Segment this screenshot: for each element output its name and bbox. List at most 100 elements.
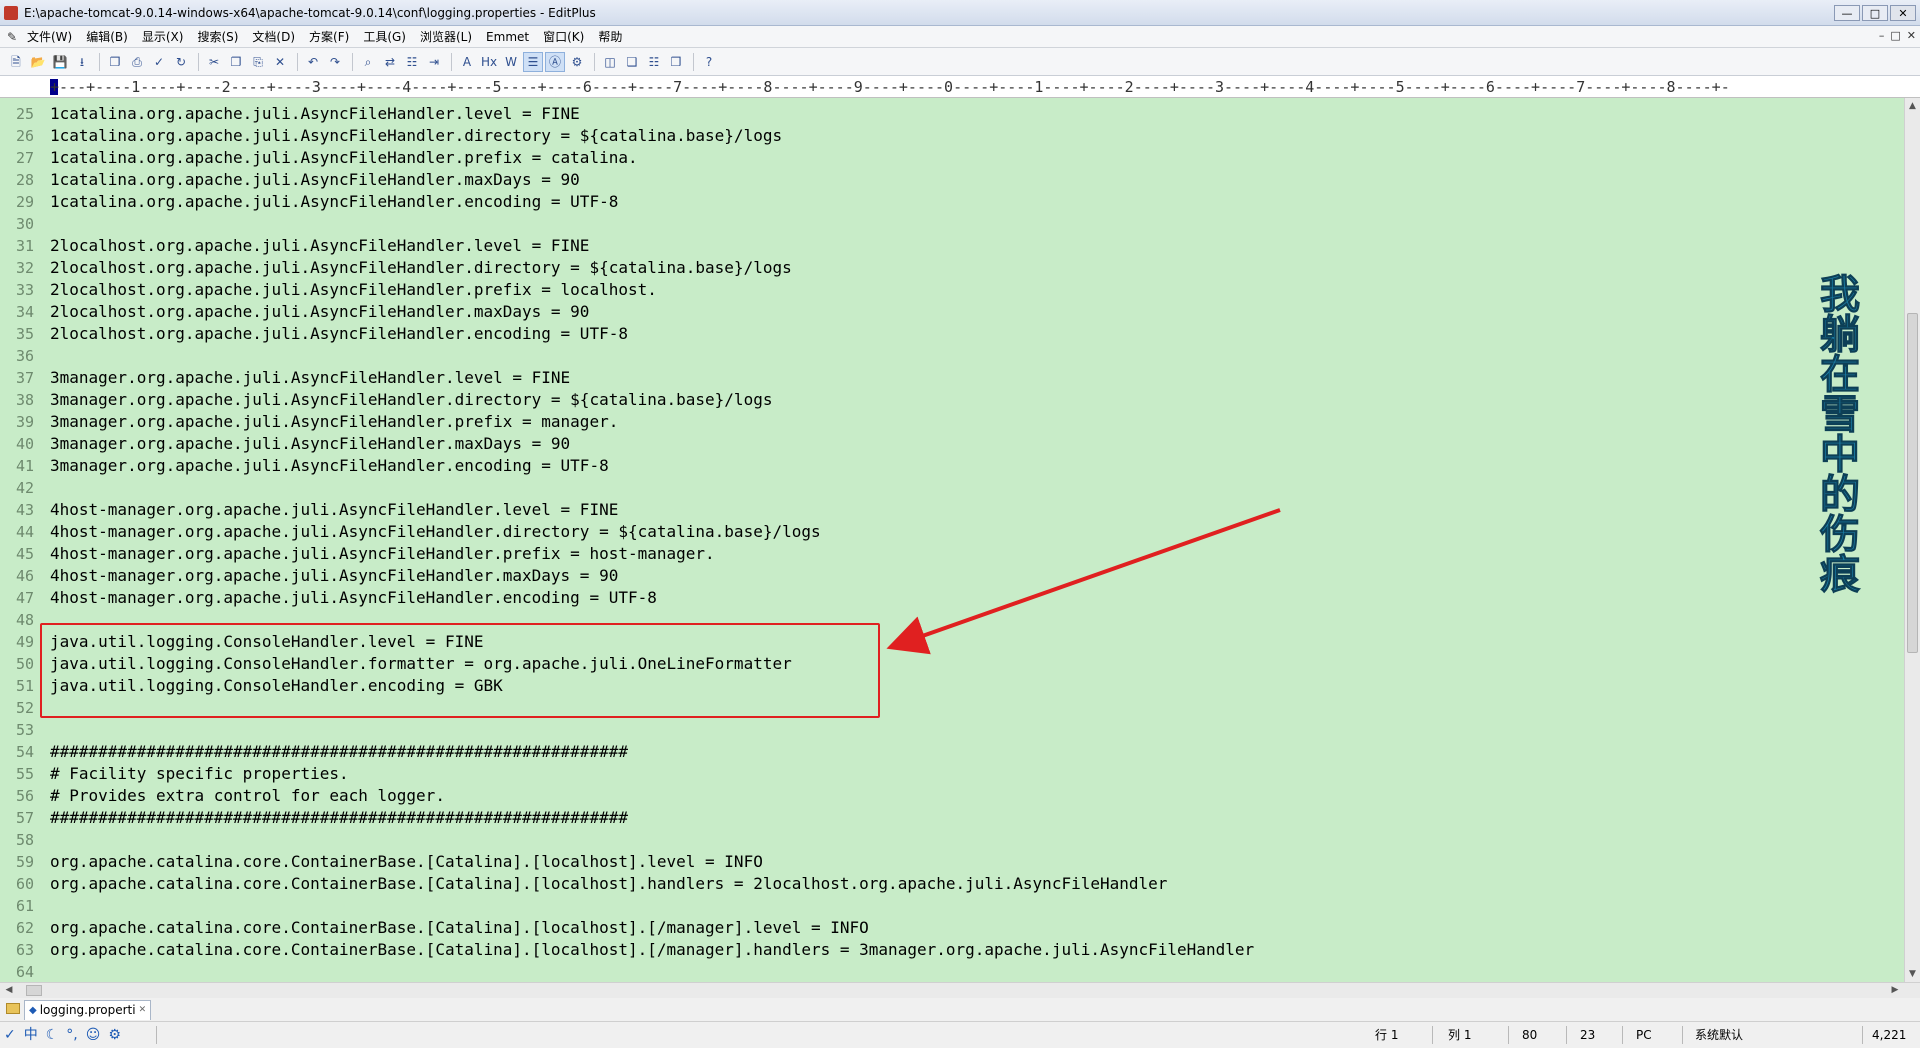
browser-icon[interactable]: ↻ [171, 52, 191, 72]
menu-search[interactable]: 搜索(S) [190, 28, 245, 45]
menu-edit[interactable]: 编辑(B) [79, 28, 135, 45]
save-icon[interactable]: 💾 [50, 52, 70, 72]
cut-icon[interactable]: ✂ [204, 52, 224, 72]
line-number: 64 [15, 963, 34, 981]
line-number: 57 [15, 809, 34, 827]
close-button[interactable]: ✕ [1890, 5, 1916, 21]
window-arrange-icon[interactable]: ❒ [666, 52, 686, 72]
window-cascade-icon[interactable]: ❑ [622, 52, 642, 72]
ime-check-icon[interactable]: ✓ [4, 1022, 16, 1048]
new-file-icon[interactable]: 🗎 [6, 52, 26, 72]
paste-icon[interactable]: ⎘ [248, 52, 268, 72]
document-tab-bar: ◆ logging.properti ✕ [0, 998, 1920, 1022]
line-text: ########################################… [50, 808, 628, 827]
line-text: 2localhost.org.apache.juli.AsyncFileHand… [50, 280, 657, 299]
line-text: 4host-manager.org.apache.juli.AsyncFileH… [50, 500, 619, 519]
toolbar-separator [99, 52, 100, 71]
line-number: 48 [15, 611, 34, 629]
save-all-icon[interactable]: ⭳ [72, 52, 92, 72]
find-in-files-icon[interactable]: ☷ [402, 52, 422, 72]
document-window-controls: – □ ✕ [1879, 29, 1916, 42]
line-number: 36 [15, 347, 34, 365]
line-text: 1catalina.org.apache.juli.AsyncFileHandl… [50, 170, 580, 189]
scroll-down-icon[interactable]: ▼ [1905, 966, 1920, 982]
settings-icon[interactable]: ⚙ [567, 52, 587, 72]
horizontal-scrollbar[interactable]: ◀ ▶ [0, 982, 1920, 998]
line-number: 52 [15, 699, 34, 717]
line-number-icon[interactable]: ☰ [523, 51, 543, 72]
file-icon: ◆ [29, 1005, 37, 1016]
copy-icon[interactable]: ❐ [226, 52, 246, 72]
line-number: 61 [15, 897, 34, 915]
window-list-icon[interactable]: ☷ [644, 52, 664, 72]
status-line: 行 1 [1375, 1028, 1399, 1042]
replace-icon[interactable]: ⇄ [380, 52, 400, 72]
toolbar: 🗎 📂 💾 ⭳ ❐ ⎙ ✓ ↻ ✂ ❐ ⎘ ✕ ↶ ↷ ⌕ ⇄ ☷ ⇥ A Hx W ☰ Ⓐ ⚙ ◫ ❑ ☷ ❒? [0, 48, 1920, 76]
scroll-up-icon[interactable]: ▲ [1905, 98, 1920, 114]
menu-file[interactable]: 文件(W) [20, 28, 79, 45]
menu-help[interactable]: 帮助 [591, 28, 629, 45]
line-number: 26 [15, 127, 34, 145]
tab-close-icon[interactable]: ✕ [139, 1001, 147, 1020]
doc-minimize-button[interactable]: – [1879, 29, 1885, 42]
annotation-arrow [886, 508, 1281, 655]
ime-chinese-mode[interactable]: 中 [24, 1022, 38, 1048]
line-number: 32 [15, 259, 34, 277]
minimize-button[interactable]: — [1834, 5, 1860, 21]
ime-toolbar: ✓ 中 ☾ °, ☺ ⚙ [4, 1026, 121, 1044]
open-folder-icon[interactable]: 📂 [28, 52, 48, 72]
help-icon[interactable]: ? [699, 52, 719, 72]
window-tile-icon[interactable]: ◫ [600, 52, 620, 72]
status-divider [1508, 1026, 1509, 1044]
undo-icon[interactable]: ↶ [303, 52, 323, 72]
goto-line-icon[interactable]: ⇥ [424, 52, 444, 72]
font-icon[interactable]: A [457, 52, 477, 72]
word-wrap-icon[interactable]: W [501, 52, 521, 72]
menu-view[interactable]: 显示(X) [135, 28, 191, 45]
toolbar-separator [352, 52, 353, 71]
delete-icon[interactable]: ✕ [270, 52, 290, 72]
toolbar-separator [198, 52, 199, 71]
menu-emmet[interactable]: Emmet [479, 30, 536, 44]
pen-icon: ✎ [6, 29, 18, 44]
tab-logging-properties[interactable]: ◆ logging.properti ✕ [24, 1000, 152, 1020]
ime-moon-icon[interactable]: ☾ [46, 1022, 59, 1048]
line-text: ########################################… [50, 742, 628, 761]
ime-punct-icon[interactable]: °, [66, 1022, 77, 1048]
line-text: 3manager.org.apache.juli.AsyncFileHandle… [50, 412, 619, 431]
doc-restore-button[interactable]: □ [1890, 29, 1900, 42]
redo-icon[interactable]: ↷ [325, 52, 345, 72]
horizontal-scroll-thumb[interactable] [26, 985, 42, 996]
find-icon[interactable]: ⌕ [358, 52, 378, 72]
vertical-scrollbar[interactable]: ▲ ▼ [1904, 98, 1920, 982]
spell-check-icon[interactable]: ✓ [149, 52, 169, 72]
doc-close-button[interactable]: ✕ [1907, 29, 1916, 42]
tab-label: logging.properti [39, 1003, 136, 1017]
print-icon[interactable]: ⎙ [127, 52, 147, 72]
vertical-scroll-thumb[interactable] [1907, 313, 1918, 653]
hex-icon[interactable]: Hx [479, 52, 499, 72]
menu-document[interactable]: 文档(D) [245, 28, 302, 45]
scroll-right-icon[interactable]: ▶ [1888, 983, 1902, 998]
editplus-app-icon[interactable] [4, 5, 18, 20]
toolbar-separator [297, 52, 298, 71]
menu-window[interactable]: 窗口(K) [536, 28, 591, 45]
menu-browser[interactable]: 浏览器(L) [413, 28, 479, 45]
folder-icon[interactable] [6, 1003, 20, 1014]
line-number: 44 [15, 523, 34, 541]
ruler-icon[interactable]: Ⓐ [545, 51, 565, 72]
line-text: 1catalina.org.apache.juli.AsyncFileHandl… [50, 126, 783, 145]
status-divider [156, 1026, 157, 1044]
code-editor[interactable]: 25 1catalina.org.apache.juli.AsyncFileHan… [0, 98, 1904, 982]
line-number: 43 [15, 501, 34, 519]
menu-project[interactable]: 方案(F) [302, 28, 356, 45]
maximize-button[interactable]: □ [1862, 5, 1888, 21]
menu-tools[interactable]: 工具(G) [356, 28, 413, 45]
status-column: 列 1 [1448, 1028, 1472, 1042]
ime-settings-icon[interactable]: ⚙ [108, 1022, 121, 1048]
print-preview-icon[interactable]: ❐ [105, 52, 125, 72]
status-file-size: 4,221 [1872, 1028, 1907, 1042]
line-text: 2localhost.org.apache.juli.AsyncFileHand… [50, 302, 590, 321]
scroll-left-icon[interactable]: ◀ [2, 983, 16, 998]
ime-user-icon[interactable]: ☺ [86, 1022, 101, 1048]
